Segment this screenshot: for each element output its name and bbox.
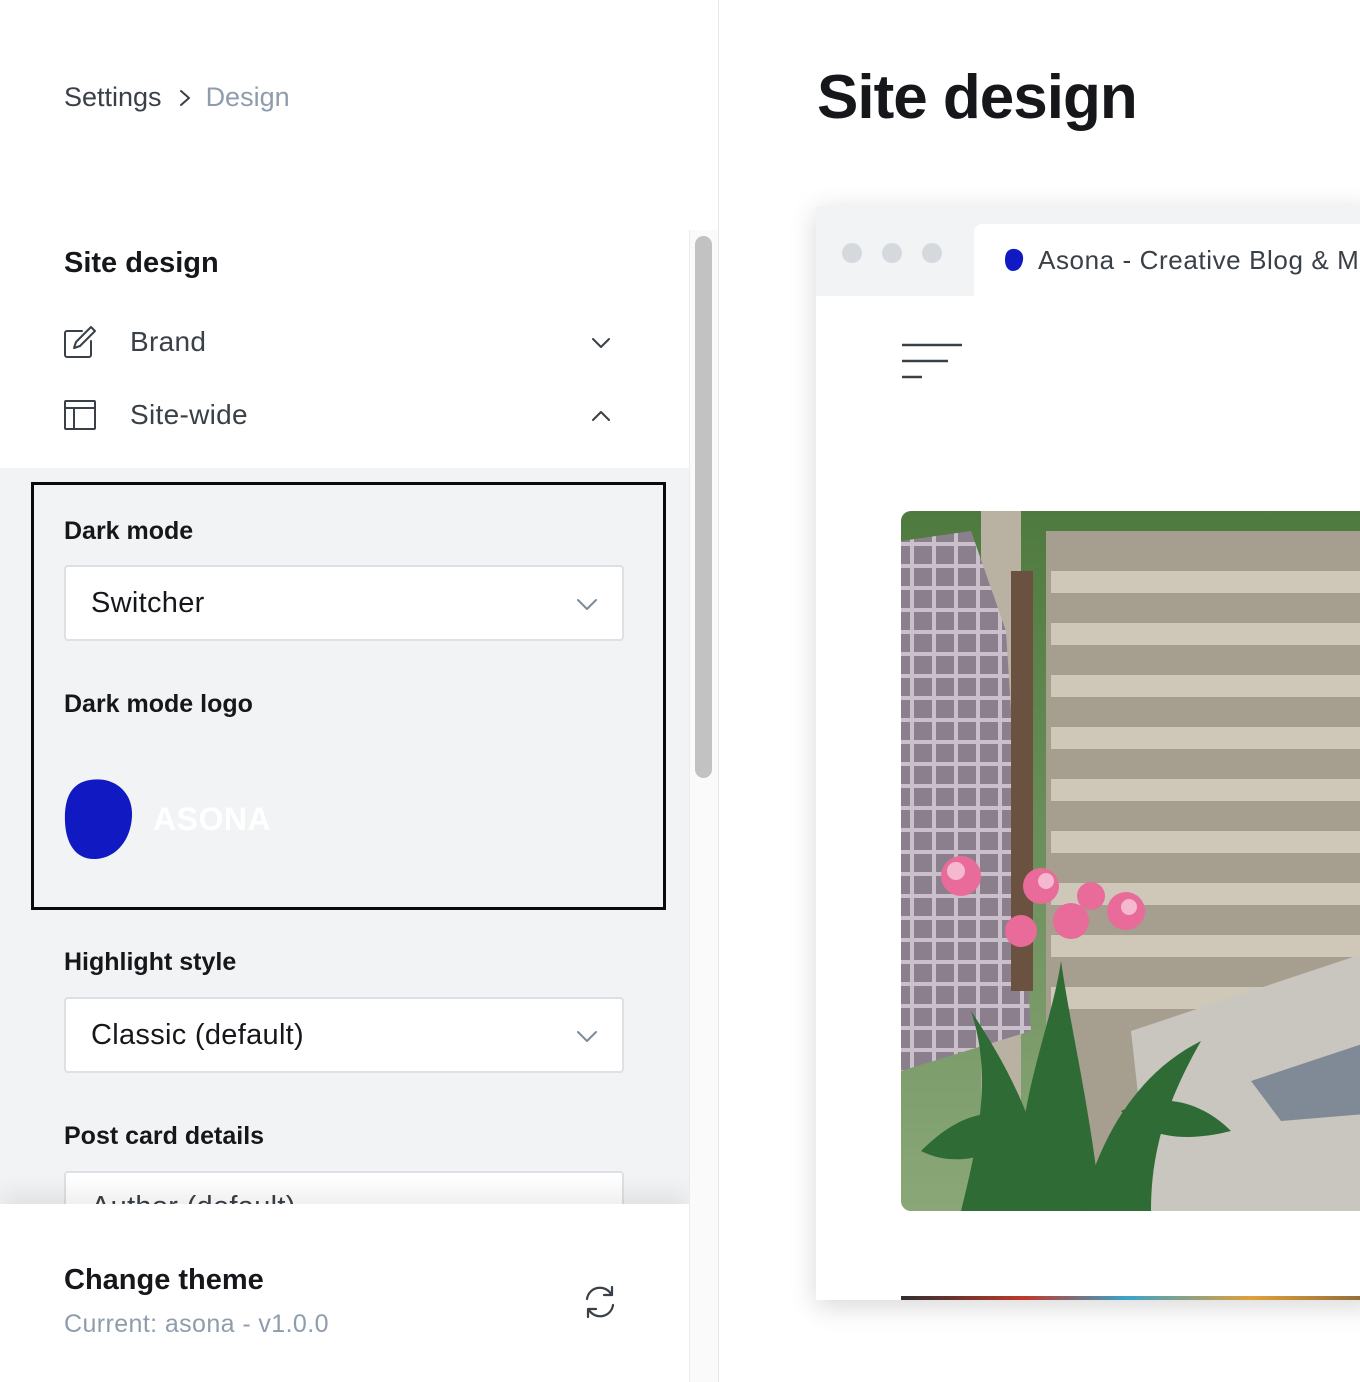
page-title: Site design: [817, 63, 1138, 132]
settings-sidebar: Settings Design Site design Brand Site-w…: [0, 0, 719, 1382]
nav-item-brand[interactable]: Brand: [62, 322, 622, 362]
breadcrumb-current: Design: [205, 82, 290, 112]
breadcrumb: Settings Design: [64, 82, 290, 113]
sidebar-header: Settings Design Site design Brand Site-w…: [0, 0, 689, 468]
post-card-details-label: Post card details: [64, 1122, 265, 1150]
dark-mode-logo-label: Dark mode logo: [64, 690, 253, 718]
refresh-icon[interactable]: [580, 1282, 620, 1322]
browser-toolbar: Asona - Creative Blog & Magazine: [816, 206, 1360, 296]
highlight-style-label: Highlight style: [64, 948, 237, 976]
site-preview-browser: Asona - Creative Blog & Magazine: [816, 206, 1360, 1300]
chevron-down-icon[interactable]: [590, 332, 612, 354]
browser-tab: Asona - Creative Blog & Magazine: [974, 224, 1360, 296]
dark-mode-label: Dark mode: [64, 517, 194, 545]
change-theme-title: Change theme: [64, 1264, 264, 1296]
logo-mark-icon: [64, 779, 133, 860]
browser-tab-title: Asona - Creative Blog & Magazine: [1038, 244, 1360, 275]
layout-icon: [62, 397, 98, 433]
current-theme-version: Current: asona - v1.0.0: [64, 1310, 329, 1338]
featured-post-image[interactable]: [901, 511, 1360, 1211]
pencil-square-icon: [62, 324, 98, 360]
chevron-down-icon: [577, 1031, 597, 1042]
dark-mode-select[interactable]: Switcher: [64, 565, 624, 641]
nav-item-label: Brand: [130, 326, 207, 357]
next-post-image-edge: [901, 1296, 1360, 1300]
change-theme-footer: Change theme Current: asona - v1.0.0: [0, 1204, 689, 1382]
sidebar-section-title: Site design: [64, 247, 219, 279]
highlight-style-select[interactable]: Classic (default): [64, 997, 624, 1073]
window-control-dot: [842, 243, 862, 263]
highlight-style-select-value: Classic (default): [91, 1018, 304, 1051]
hamburger-menu-icon[interactable]: [901, 342, 963, 380]
sidebar-scrollbar-thumb[interactable]: [695, 236, 712, 778]
window-control-dot: [882, 243, 902, 263]
breadcrumb-settings-link[interactable]: Settings: [64, 82, 162, 113]
nav-item-site-wide[interactable]: Site-wide: [62, 395, 622, 435]
nav-item-label: Site-wide: [130, 399, 248, 430]
window-control-dot: [922, 243, 942, 263]
chevron-down-icon: [577, 599, 597, 610]
dark-mode-select-value: Switcher: [91, 586, 205, 619]
logo-wordmark: ASONA: [153, 800, 272, 837]
chevron-right-icon: [179, 89, 190, 106]
chevron-up-icon[interactable]: [590, 405, 612, 427]
dark-mode-logo-upload[interactable]: ASONA: [64, 778, 271, 860]
favicon-icon: [1005, 248, 1024, 271]
